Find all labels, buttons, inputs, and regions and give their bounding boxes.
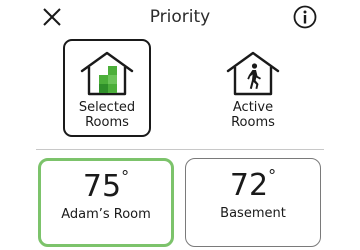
divider	[36, 149, 324, 150]
active-rooms-option[interactable]: Active Rooms	[209, 39, 297, 137]
house-selected-rooms-icon	[80, 51, 134, 96]
room-temperature: 75°	[82, 167, 130, 204]
header: Priority	[0, 0, 360, 34]
room-name: Basement	[220, 206, 286, 221]
house-person-walking-icon	[226, 51, 280, 96]
info-icon	[293, 5, 317, 29]
info-button[interactable]	[293, 5, 317, 29]
room-name: Adam’s Room	[61, 207, 151, 222]
room-card-basement[interactable]: 72° Basement	[185, 158, 321, 247]
selected-rooms-option[interactable]: Selected Rooms	[63, 39, 151, 137]
room-temperature: 72°	[229, 166, 277, 203]
active-rooms-label: Active Rooms	[231, 100, 275, 130]
selected-rooms-label: Selected Rooms	[78, 100, 136, 130]
room-card-adams-room[interactable]: 75° Adam’s Room	[38, 158, 174, 247]
